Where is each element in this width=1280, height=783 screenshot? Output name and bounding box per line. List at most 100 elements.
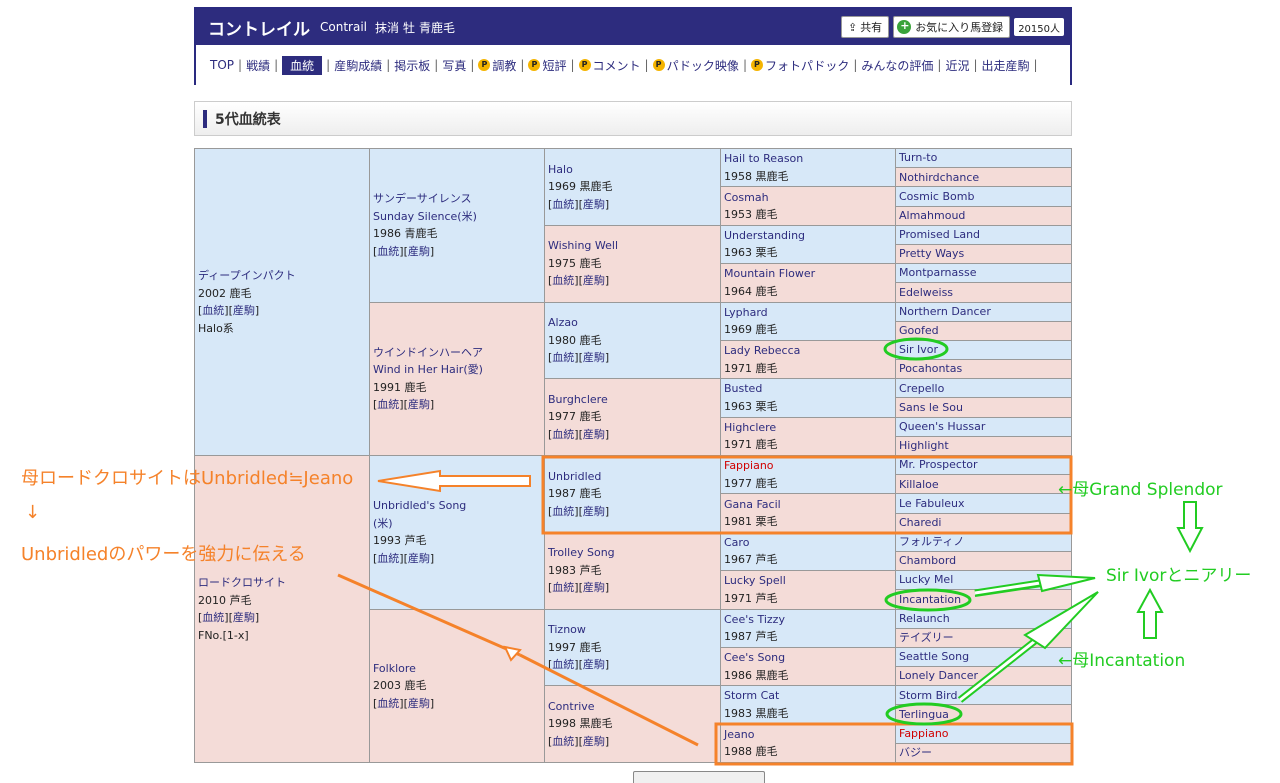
horse-name-link[interactable]: Contrive bbox=[548, 698, 717, 716]
offspring-link[interactable]: 産駒 bbox=[583, 198, 605, 211]
tab-12[interactable]: 近況 bbox=[945, 57, 969, 74]
blood-link[interactable]: 血統 bbox=[552, 351, 574, 364]
horse-name-link[interactable]: Almahmoud bbox=[899, 207, 1068, 224]
blood-link[interactable]: 血統 bbox=[552, 274, 574, 287]
horse-name-link[interactable]: Highclere bbox=[724, 419, 892, 437]
horse-name-link[interactable]: Trolley Song bbox=[548, 544, 717, 562]
blood-link[interactable]: 血統 bbox=[202, 304, 224, 317]
horse-name-link[interactable]: Terlingua bbox=[899, 706, 1068, 723]
tab-1[interactable]: 戦績 bbox=[246, 57, 270, 74]
horse-name-link[interactable]: Busted bbox=[724, 380, 892, 398]
horse-name-link[interactable]: Turn-to bbox=[899, 150, 1068, 167]
horse-name-sub[interactable]: Sunday Silence(米) bbox=[373, 208, 541, 226]
horse-name-link[interactable]: Promised Land bbox=[899, 226, 1068, 243]
horse-name-link[interactable]: Storm Bird bbox=[899, 687, 1068, 704]
horse-name-link[interactable]: Halo bbox=[548, 161, 717, 179]
offspring-link[interactable]: 産駒 bbox=[233, 304, 255, 317]
horse-name-link[interactable]: Fappiano bbox=[899, 725, 1068, 742]
tab-8[interactable]: P コメント bbox=[578, 57, 641, 74]
tab-0[interactable]: TOP bbox=[210, 58, 234, 72]
tab-4[interactable]: 掲示板 bbox=[394, 57, 430, 74]
offspring-link[interactable]: 産駒 bbox=[583, 735, 605, 748]
blood-link[interactable]: 血統 bbox=[552, 428, 574, 441]
horse-name-link[interactable]: サンデーサイレンス bbox=[373, 190, 541, 208]
blood-link[interactable]: 血統 bbox=[377, 245, 399, 258]
tab-7[interactable]: P 短評 bbox=[528, 57, 566, 74]
offspring-link[interactable]: 産駒 bbox=[408, 552, 430, 565]
horse-name-link[interactable]: Gana Facil bbox=[724, 496, 892, 514]
horse-name-link[interactable]: Storm Cat bbox=[724, 687, 892, 705]
horse-name-link[interactable]: Cosmah bbox=[724, 189, 892, 207]
blood-link[interactable]: 血統 bbox=[377, 697, 399, 710]
horse-name-link[interactable]: Jeano bbox=[724, 726, 892, 744]
horse-name-link[interactable]: ディープインパクト bbox=[198, 267, 366, 285]
horse-name-link[interactable]: Queen's Hussar bbox=[899, 418, 1068, 435]
horse-name-link[interactable]: ウインドインハーヘア bbox=[373, 344, 541, 362]
horse-name-link[interactable]: Le Fabuleux bbox=[899, 495, 1068, 512]
horse-name-link[interactable]: Relaunch bbox=[899, 610, 1068, 627]
tab-2[interactable]: 血統 bbox=[282, 55, 323, 75]
offspring-link[interactable]: 産駒 bbox=[583, 505, 605, 518]
offspring-link[interactable]: 産駒 bbox=[408, 245, 430, 258]
horse-name-link[interactable]: Charedi bbox=[899, 514, 1068, 531]
horse-name-link[interactable]: Incantation bbox=[899, 591, 1068, 608]
horse-name-link[interactable]: Understanding bbox=[724, 227, 892, 245]
blood-link[interactable]: 血統 bbox=[552, 505, 574, 518]
horse-name-link[interactable]: Alzao bbox=[548, 314, 717, 332]
horse-name-link[interactable]: Crepello bbox=[899, 380, 1068, 397]
horse-name-link[interactable]: Sans le Sou bbox=[899, 399, 1068, 416]
horse-name-link[interactable]: Unbridled bbox=[548, 468, 717, 486]
horse-name-link[interactable]: Lonely Dancer bbox=[899, 668, 1068, 685]
horse-name-link[interactable]: Unbridled's Song bbox=[373, 497, 541, 515]
offspring-link[interactable]: 産駒 bbox=[583, 351, 605, 364]
horse-name-link[interactable]: Cosmic Bomb bbox=[899, 188, 1068, 205]
horse-name-link[interactable]: Sir Ivor bbox=[899, 341, 1068, 358]
horse-name-link[interactable]: Cee's Tizzy bbox=[724, 611, 892, 629]
horse-name-link[interactable]: Highlight bbox=[899, 437, 1068, 454]
horse-name-link[interactable]: Burghclere bbox=[548, 391, 717, 409]
offspring-link[interactable]: 産駒 bbox=[583, 658, 605, 671]
horse-name-link[interactable]: Chambord bbox=[899, 552, 1068, 569]
offspring-link[interactable]: 産駒 bbox=[408, 398, 430, 411]
horse-name-link[interactable]: Lyphard bbox=[724, 304, 892, 322]
horse-name-sub[interactable]: Wind in Her Hair(愛) bbox=[373, 361, 541, 379]
horse-name-link[interactable]: Fappiano bbox=[724, 457, 892, 475]
blood-link[interactable]: 血統 bbox=[552, 198, 574, 211]
favorite-button[interactable]: お気に入り馬登録 bbox=[893, 16, 1011, 38]
offspring-link[interactable]: 産駒 bbox=[583, 274, 605, 287]
tab-6[interactable]: P 調教 bbox=[478, 57, 516, 74]
horse-name-link[interactable]: Hail to Reason bbox=[724, 150, 892, 168]
horse-name-link[interactable]: ロードクロサイト bbox=[198, 574, 366, 592]
horse-name-link[interactable]: Goofed bbox=[899, 322, 1068, 339]
horse-name-link[interactable]: Folklore bbox=[373, 660, 541, 678]
horse-name-link[interactable]: Tiznow bbox=[548, 621, 717, 639]
horse-name-link[interactable]: Lady Rebecca bbox=[724, 342, 892, 360]
horse-name-link[interactable]: Cee's Song bbox=[724, 649, 892, 667]
horse-name-link[interactable]: テイズリー bbox=[899, 629, 1068, 646]
horse-name-link[interactable]: Caro bbox=[724, 534, 892, 552]
horse-name-link[interactable]: Lucky Spell bbox=[724, 572, 892, 590]
horse-name-link[interactable]: バジー bbox=[899, 744, 1068, 761]
horse-name-link[interactable]: Seattle Song bbox=[899, 648, 1068, 665]
tab-9[interactable]: P パドック映像 bbox=[652, 57, 739, 74]
offspring-link[interactable]: 産駒 bbox=[408, 697, 430, 710]
offspring-link[interactable]: 産駒 bbox=[583, 428, 605, 441]
share-button[interactable]: ⇪ 共有 bbox=[840, 16, 890, 38]
blood-link[interactable]: 血統 bbox=[202, 611, 224, 624]
horse-name-link[interactable]: Nothirdchance bbox=[899, 169, 1068, 186]
horse-name-link[interactable]: Pretty Ways bbox=[899, 245, 1068, 262]
tab-10[interactable]: P フォトパドック bbox=[750, 57, 849, 74]
horse-name-link[interactable]: Mr. Prospector bbox=[899, 457, 1068, 474]
horse-name-link[interactable]: Edelweiss bbox=[899, 284, 1068, 301]
tab-5[interactable]: 写真 bbox=[442, 57, 466, 74]
blood-link[interactable]: 血統 bbox=[377, 552, 399, 565]
tab-11[interactable]: みんなの評価 bbox=[861, 57, 933, 74]
horse-name-link[interactable]: Pocahontas bbox=[899, 361, 1068, 378]
horse-name-sub[interactable]: (米) bbox=[373, 515, 541, 533]
horse-name-link[interactable]: Mountain Flower bbox=[724, 265, 892, 283]
offspring-link[interactable]: 産駒 bbox=[583, 581, 605, 594]
horse-name-link[interactable]: Lucky Mel bbox=[899, 572, 1068, 589]
horse-name-link[interactable]: Wishing Well bbox=[548, 237, 717, 255]
horse-name-link[interactable]: Montparnasse bbox=[899, 265, 1068, 282]
blood-link[interactable]: 血統 bbox=[552, 658, 574, 671]
